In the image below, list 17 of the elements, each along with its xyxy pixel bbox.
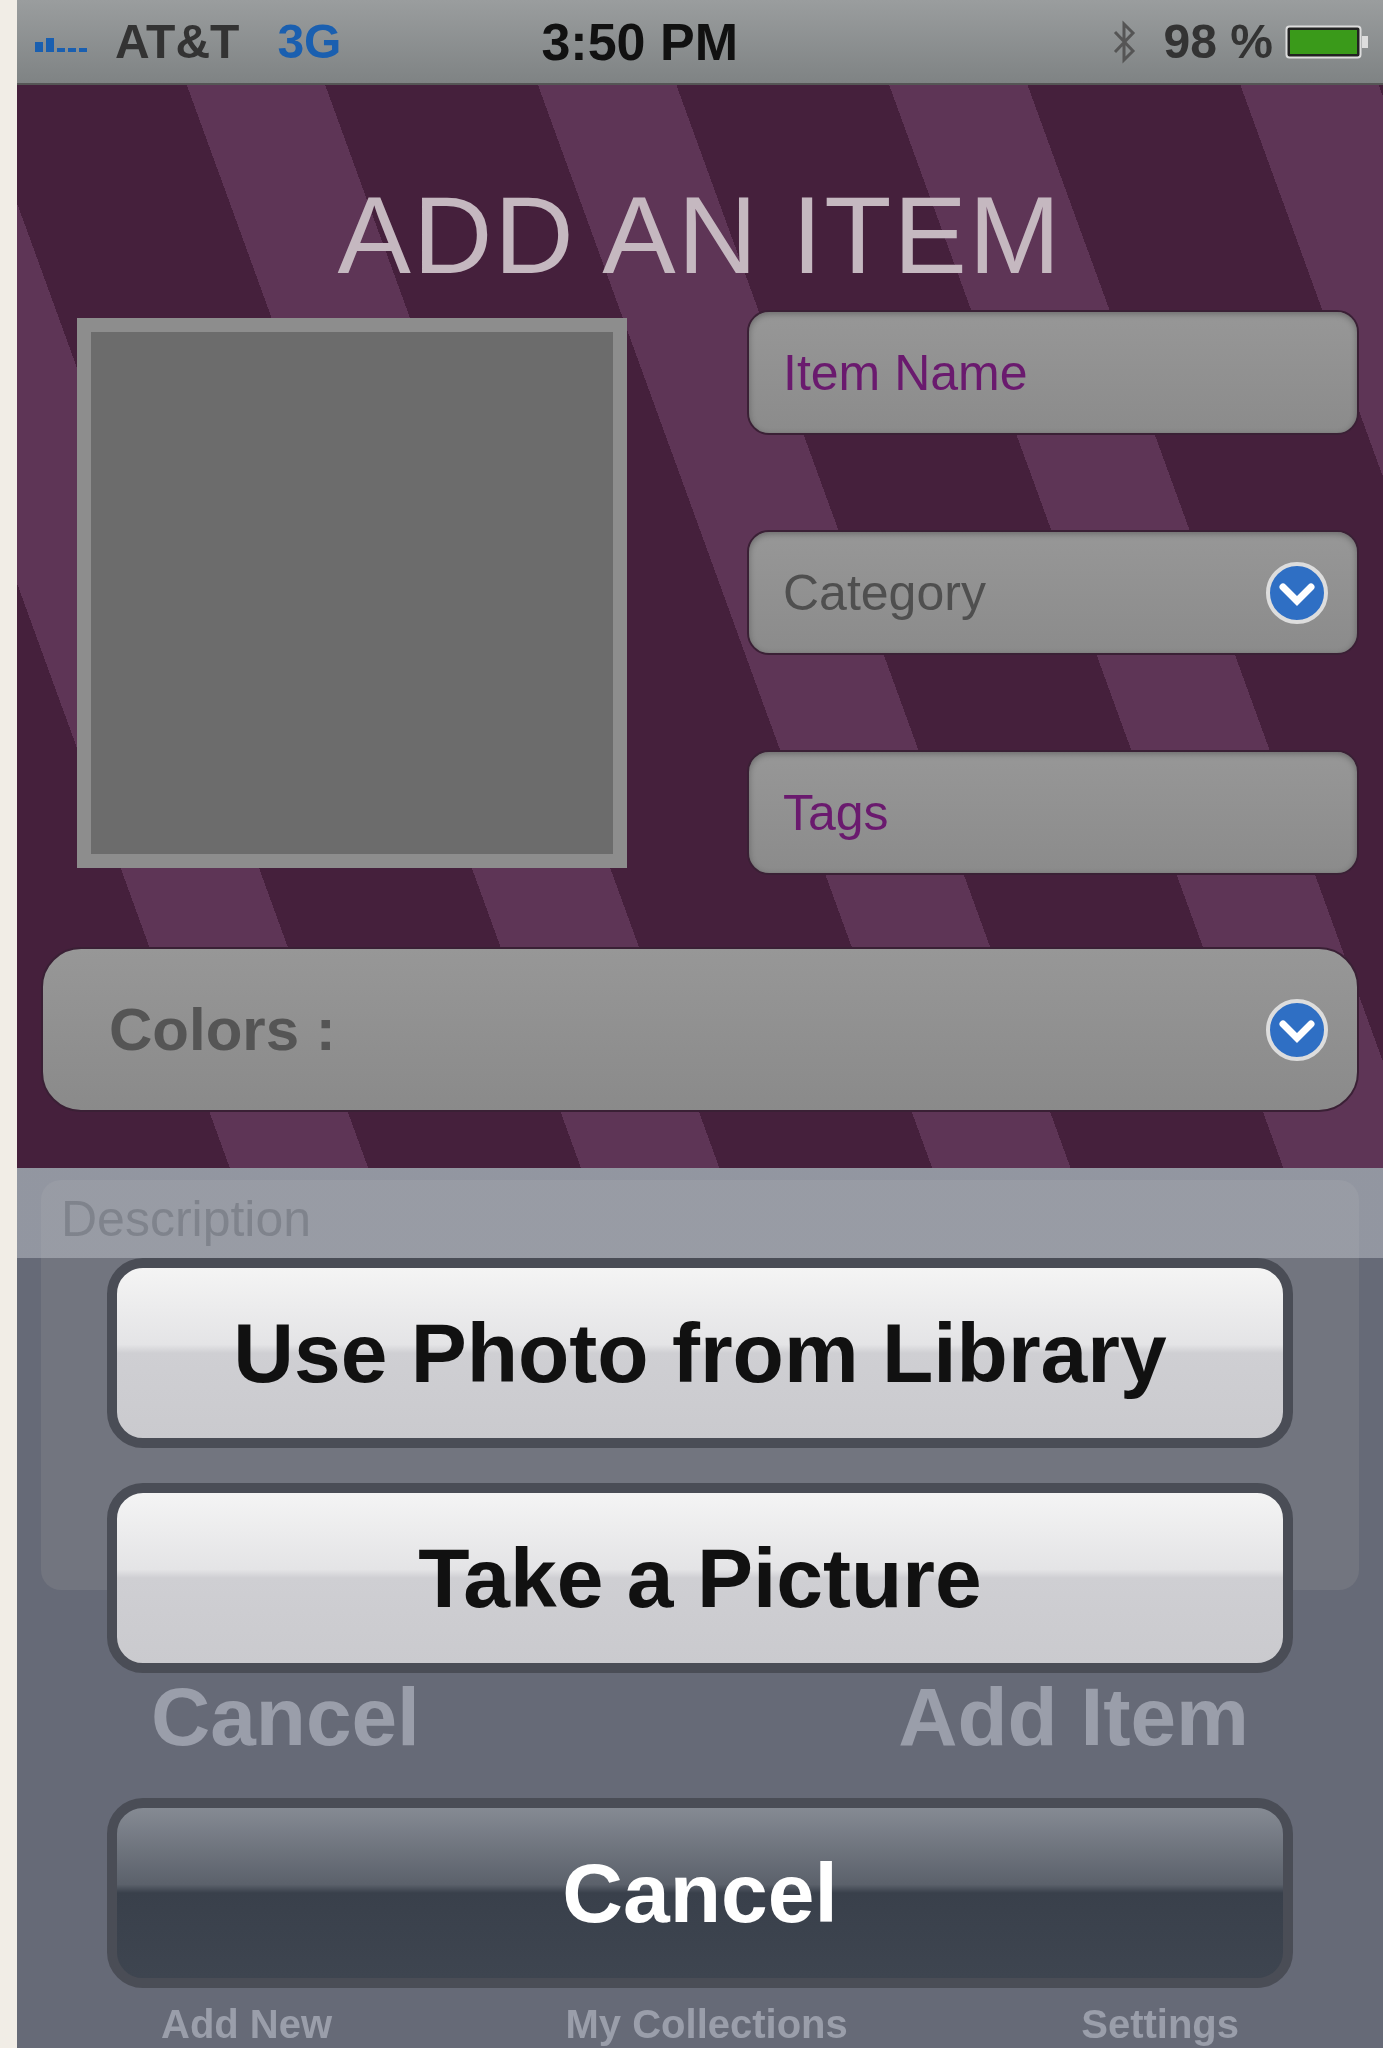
network-label: 3G [277, 14, 342, 69]
text-field[interactable]: Tags [747, 750, 1359, 875]
text-field[interactable]: Item Name [747, 310, 1359, 435]
sheet-button[interactable]: Cancel [107, 1798, 1293, 1988]
sheet-button[interactable]: Use Photo from Library [107, 1258, 1293, 1448]
category-dropdown[interactable]: Category [747, 530, 1359, 655]
photo-placeholder[interactable] [77, 318, 627, 868]
chevron-down-icon [1265, 997, 1329, 1062]
chevron-down-icon [1265, 560, 1329, 625]
colors-dropdown[interactable]: Colors : [41, 947, 1359, 1112]
sheet-button[interactable]: Take a Picture [107, 1483, 1293, 1673]
clock-label: 3:50 PM [541, 11, 739, 72]
battery-icon [1285, 24, 1369, 59]
bluetooth-icon [1111, 19, 1136, 64]
battery-percent: 98 % [1163, 14, 1273, 69]
page-title: ADD AN ITEM [336, 172, 1064, 298]
carrier-label: AT&T [115, 14, 240, 69]
